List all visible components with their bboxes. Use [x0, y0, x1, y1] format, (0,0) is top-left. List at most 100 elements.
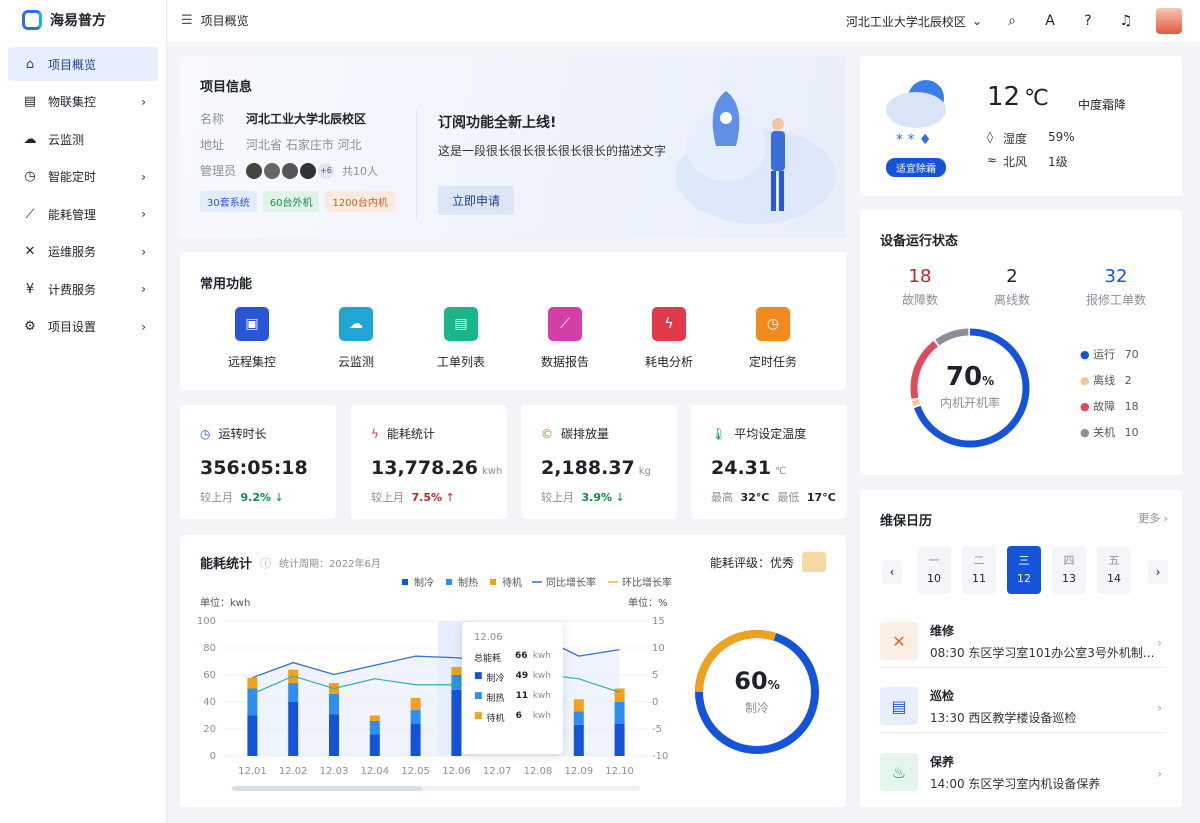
compare-label: 较上月 [371, 491, 404, 504]
carbon-icon: © [541, 426, 553, 441]
stat-value: 13,778.26 kwh [371, 457, 502, 479]
stat-runtime[interactable]: ◷ 运转时长 356:05:18 较上月 9.2% ↓ [180, 405, 336, 519]
x-tick-label: 12.10 [605, 766, 634, 777]
bar-heating [451, 675, 462, 690]
item-title: 保养 [930, 755, 955, 769]
top-bar-actions: 河北工业大学北辰校区 ⌄ ⌕ A ? ♫ [846, 8, 1182, 34]
project-address: 河北省 石家庄市 河北 [246, 138, 362, 152]
tooltip-unit: kwh [532, 671, 551, 681]
offline-count[interactable]: 2 离线数 [994, 266, 1030, 308]
top-bar: ☰ 项目概览 河北工业大学北辰校区 ⌄ ⌕ A ? ♫ [167, 0, 1200, 42]
legend-swatch [446, 579, 452, 585]
next-week-button[interactable]: › [1148, 560, 1168, 584]
prev-week-button[interactable]: ‹ [882, 560, 902, 584]
legend-label: 运行 [1093, 348, 1116, 361]
admin-avatars[interactable]: +6 [246, 162, 334, 179]
maintenance-item-inspection[interactable]: ▤ 巡检 13:30 西区教学楼设备巡检 › [880, 675, 1166, 733]
stat-temperature[interactable]: 🌡 平均设定温度 24.31 ℃ 最高 32°C 最低 17°C [691, 405, 847, 519]
info-icon[interactable]: ⓘ [260, 555, 271, 571]
tooltip-row: 总能耗 66 kwh [474, 651, 551, 664]
energy-rating: 能耗评级：优秀 [710, 552, 826, 572]
fault-count[interactable]: 18 故障数 [902, 266, 938, 308]
item-title: 巡检 [930, 689, 955, 703]
menu-toggle-icon[interactable]: ☰ [181, 13, 193, 28]
tooltip-value: 66 [515, 651, 528, 661]
humidity-row: ◊ 湿度 59% [987, 130, 1075, 147]
maintenance-item-repair[interactable]: ✕ 维修 08:30 东区学习室101办公室3号外机制... › [880, 610, 1166, 668]
sidebar-item-iot[interactable]: ▤ 物联集控 › [8, 85, 158, 119]
campus-selector[interactable]: 河北工业大学北辰校区 ⌄ [846, 13, 982, 30]
legend-dot: ● [1080, 374, 1090, 387]
calendar-day[interactable]: 二 11 [962, 546, 996, 594]
func-timer-tasks[interactable]: ◷ 定时任务 [728, 307, 818, 370]
func-work-orders[interactable]: ▤ 工单列表 [416, 307, 506, 370]
stat-compare: 较上月 9.2% ↓ [200, 489, 284, 505]
apply-button[interactable]: 立即申请 [438, 186, 515, 215]
promo-title: 订阅功能全新上线! [438, 115, 557, 131]
legend-value: 10 [1124, 426, 1139, 439]
repair-value: 32 [1104, 266, 1128, 287]
sidebar-item-billing[interactable]: ¥ 计费服务 › [8, 272, 158, 306]
sidebar-item-ops[interactable]: ✕ 运维服务 › [8, 235, 158, 269]
stat-carbon[interactable]: © 碳排放量 2,188.37 kg 较上月 3.9% ↓ [521, 405, 677, 519]
item-desc: 08:30 东区学习室101办公室3号外机制... [930, 646, 1155, 660]
medal-icon [802, 552, 826, 572]
bell-icon[interactable]: ♫ [1118, 13, 1134, 29]
donut-pct: % [767, 678, 780, 692]
more-label: 更多 [1138, 512, 1161, 525]
humidity-label: 湿度 [1003, 132, 1028, 146]
item-desc: 13:30 西区教学楼设备巡检 [930, 711, 1077, 725]
func-cloud-monitor[interactable]: ☁ 云监测 [311, 307, 401, 370]
tooltip-row: ■ 制热 11 kwh [474, 691, 551, 704]
more-link[interactable]: 更多 › [1138, 510, 1168, 526]
func-power-analysis[interactable]: ϟ 耗电分析 [624, 307, 714, 370]
maintenance-item-upkeep[interactable]: ♨ 保养 14:00 东区学习室内机设备保养 › [880, 741, 1166, 799]
weekday: 五 [1108, 554, 1120, 567]
weekday: 三 [1018, 554, 1030, 567]
calendar-day[interactable]: 五 14 [1097, 546, 1131, 594]
func-data-report[interactable]: ⟋ 数据报告 [520, 307, 610, 370]
calendar-day-selected[interactable]: 三 12 [1007, 546, 1041, 594]
droplet-icon: ◊ [987, 130, 993, 144]
compare-value: 3.9% [581, 491, 613, 504]
y2-tick-label: -10 [652, 751, 668, 762]
breadcrumb-current: 项目概览 [200, 14, 249, 28]
date: 10 [927, 572, 941, 585]
search-icon[interactable]: ⌕ [1004, 13, 1020, 29]
compare-label: 较上月 [541, 491, 574, 504]
bar-standby [369, 715, 380, 721]
help-icon[interactable]: ? [1080, 13, 1096, 29]
y-tick-label: 60 [203, 670, 216, 681]
repair-label: 报修工单数 [1086, 293, 1147, 307]
bar-standby [247, 677, 258, 689]
min-label: 最低 [777, 491, 800, 504]
func-remote-control[interactable]: ▣ 远程集控 [207, 307, 297, 370]
wind-value: 1级 [1048, 155, 1068, 169]
repair-count[interactable]: 32 报修工单数 [1086, 266, 1146, 308]
energy-chart[interactable]: 制冷 制热 待机 同比增长率 环比增长率单位：kwh 单位：%020406080100-1… [180, 571, 680, 801]
stat-number: 13,778.26 [371, 457, 478, 479]
energy-header: 能耗统计 ⓘ 统计周期：2022年6月 [200, 553, 381, 573]
calendar-day[interactable]: 一 10 [917, 546, 951, 594]
legend-shutdown: ● 关机 10 [1080, 424, 1139, 440]
chevron-right-icon: › [1157, 636, 1162, 650]
calendar-title: 维保日历 [880, 514, 933, 529]
sidebar-item-cloud[interactable]: ☁ 云监测 [8, 122, 158, 156]
sidebar-item-settings[interactable]: ⚙ 项目设置 › [8, 310, 158, 344]
chevron-right-icon: › [141, 319, 146, 334]
chevron-right-icon: › [1157, 701, 1162, 715]
sidebar-item-overview[interactable]: ⌂ 项目概览 [8, 47, 158, 81]
bar-heating [288, 683, 299, 702]
calendar-day[interactable]: 四 13 [1052, 546, 1086, 594]
project-name: 河北工业大学北辰校区 [246, 112, 367, 126]
stat-energy[interactable]: ϟ 能耗统计 13,778.26 kwh 较上月 7.5% ↑ [351, 405, 507, 519]
chevron-right-icon: › [141, 244, 146, 259]
stat-label: 运转时长 [218, 427, 267, 441]
brand-logo[interactable]: 海易普方 [22, 10, 106, 30]
sidebar-item-energy[interactable]: ⟋ 能耗管理 › [8, 197, 158, 231]
translate-icon[interactable]: A [1042, 13, 1058, 29]
admin-label: 管理员 [200, 164, 237, 178]
common-functions-card: 常用功能 ▣ 远程集控 ☁ 云监测 ▤ 工单列表 ⟋ 数据报告 ϟ 耗电分析 ◷ 定时任务 [180, 252, 846, 390]
sidebar-item-timer[interactable]: ◷ 智能定时 › [8, 160, 158, 194]
user-avatar[interactable] [1156, 8, 1182, 34]
